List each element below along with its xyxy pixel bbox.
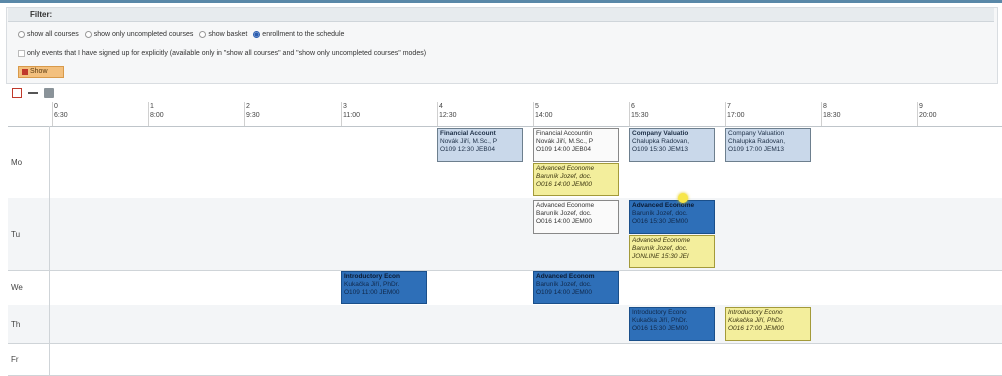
time-tick: 9 20:00 <box>917 102 937 126</box>
only-events-option: only events that I have signed up for ex… <box>18 50 430 57</box>
schedule-event[interactable]: Company Valuatio Chalupka Radovan, O109 15… <box>629 128 715 162</box>
only-events-checkbox[interactable] <box>18 50 25 57</box>
time-tick: 4 12:30 <box>437 102 457 126</box>
radio-label-show-uncompleted[interactable]: show only uncompleted courses <box>94 31 194 38</box>
schedule-event[interactable]: Financial Account Novák Jiří, M.Sc., P O10… <box>437 128 523 162</box>
day-row-fr: Fr <box>8 343 1002 376</box>
time-tick: 6 15:30 <box>629 102 649 126</box>
radio-label-show-basket[interactable]: show basket <box>208 31 247 38</box>
schedule-event[interactable]: Advanced Econome Baruník Jozef, doc. O016 … <box>533 200 619 234</box>
time-tick: 0 6:30 <box>52 102 68 126</box>
schedule-event[interactable]: Introductory Econo Kukačka Jiří, PhDr. O01… <box>629 307 715 341</box>
minus-icon[interactable] <box>28 88 38 98</box>
day-label: Fr <box>8 343 50 375</box>
time-tick: 7 17:00 <box>725 102 745 126</box>
day-row-th: Th <box>8 305 1002 344</box>
pdf-icon[interactable] <box>12 88 22 98</box>
time-tick: 2 9:30 <box>244 102 260 126</box>
schedule-grid: 0 6:30 1 8:00 2 9:30 3 11:00 4 12:30 5 14:00 6… <box>8 102 1002 376</box>
day-label: Tu <box>8 198 50 270</box>
time-header: 0 6:30 1 8:00 2 9:30 3 11:00 4 12:30 5 14:00 6… <box>8 102 1002 127</box>
filter-title: Filter: <box>8 8 994 22</box>
show-button-label: Show <box>30 68 48 75</box>
schedule-event[interactable]: Company Valuation Chalupka Radovan, O109 1… <box>725 128 811 162</box>
time-tick: 3 11:00 <box>341 102 360 126</box>
radio-enrollment-schedule[interactable] <box>253 31 261 38</box>
schedule-event[interactable]: Advanced Econom Baruník Jozef, doc. O109 1… <box>533 271 619 304</box>
schedule-event[interactable]: Advanced Econome Baruník Jozef, doc. O016 … <box>629 200 715 234</box>
day-row-we: We <box>8 270 1002 306</box>
radio-show-basket[interactable] <box>199 31 207 38</box>
schedule-event[interactable]: Introductory Econo Kukačka Jiří, PhDr. O01… <box>725 307 811 341</box>
schedule-event[interactable]: Introductory Econ Kukačka Jiří, PhDr. O109… <box>341 271 427 304</box>
day-label: Mo <box>8 126 50 198</box>
time-tick: 5 14:00 <box>533 102 553 126</box>
print-icon[interactable] <box>44 88 54 98</box>
show-icon <box>22 69 28 75</box>
day-label: We <box>8 270 50 305</box>
day-label: Th <box>8 305 50 343</box>
time-tick: 1 8:00 <box>148 102 164 126</box>
radio-label-enrollment-schedule[interactable]: enrollment to the schedule <box>262 31 344 38</box>
schedule-event[interactable]: Advanced Econome Baruník Jozef, doc. JONLI… <box>629 235 715 268</box>
radio-show-all-courses[interactable] <box>18 31 25 38</box>
export-toolbar <box>12 88 54 98</box>
top-accent-bar <box>0 0 1002 3</box>
radio-show-uncompleted[interactable] <box>84 31 92 38</box>
only-events-label[interactable]: only events that I have signed up for ex… <box>27 50 426 57</box>
time-tick: 8 18:30 <box>821 102 841 126</box>
mouse-cursor <box>678 193 688 203</box>
view-mode-options: show all courses show only uncompleted c… <box>18 31 348 38</box>
schedule-event[interactable]: Advanced Econome Baruník Jozef, doc. O016 … <box>533 163 619 196</box>
show-button[interactable]: Show <box>18 66 64 78</box>
schedule-event[interactable]: Financial Accountin Novák Jiří, M.Sc., PO… <box>533 128 619 162</box>
day-row-tu: Tu <box>8 198 1002 271</box>
radio-label-show-all-courses[interactable]: show all courses <box>27 31 79 38</box>
